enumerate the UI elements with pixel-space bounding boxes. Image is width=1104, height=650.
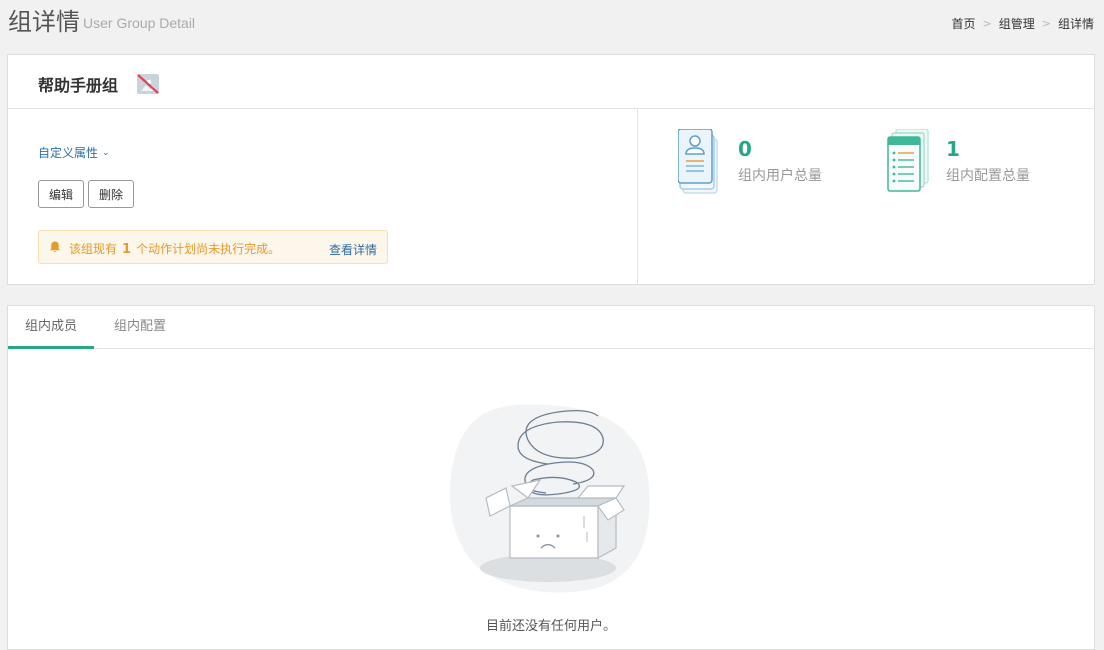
broken-image-icon <box>137 74 159 94</box>
page-title: 组详情 <box>8 8 80 36</box>
user-card-icon <box>678 129 718 194</box>
breadcrumb-separator: > <box>1041 17 1051 30</box>
chevron-down-icon: ⌄ <box>102 147 110 158</box>
tab-group-members[interactable]: 组内成员 <box>8 306 94 349</box>
pending-actions-notice: 该组现有 1 个动作计划尚未执行完成。 查看详情 <box>38 230 388 264</box>
group-name: 帮助手册组 <box>38 76 119 95</box>
config-list-icon <box>887 129 929 192</box>
view-details-link[interactable]: 查看详情 <box>329 241 377 258</box>
breadcrumb-current: 组详情 <box>1057 17 1094 31</box>
group-actions-pane: 自定义属性 ⌄ 编辑 删除 该组现有 1 个动作计划尚未执行完成。 查看详情 <box>8 109 638 284</box>
page-subtitle: User Group Detail <box>83 15 196 31</box>
group-info-card: 帮助手册组 自定义属性 ⌄ 编辑 删除 该组现有 1 个动作计划尚未执行完成。 查看… <box>7 54 1095 285</box>
tabs-card: 组内成员 组内配置 目前还没有任何用户。 <box>7 305 1095 650</box>
bell-icon <box>50 241 60 252</box>
empty-box-icon <box>449 404 650 593</box>
tab-group-configs[interactable]: 组内配置 <box>101 306 179 349</box>
delete-button[interactable]: 删除 <box>88 180 134 208</box>
page-header: 组详情 User Group Detail 首页 > 组管理 > 组详情 <box>0 0 1104 54</box>
stat-configs-label: 组内配置总量 <box>946 168 1030 184</box>
tab-bar: 组内成员 组内配置 <box>8 306 1094 349</box>
custom-attributes-label: 自定义属性 <box>38 146 99 160</box>
custom-attributes-toggle[interactable]: 自定义属性 ⌄ <box>38 144 110 161</box>
group-header: 帮助手册组 <box>8 55 1094 109</box>
notice-prefix: 该组现有 <box>69 242 118 256</box>
breadcrumb-group-management[interactable]: 组管理 <box>999 15 1035 32</box>
notice-suffix: 个动作计划尚未执行完成。 <box>136 242 281 256</box>
empty-message: 目前还没有任何用户。 <box>485 619 616 634</box>
notice-count: 1 <box>122 242 132 257</box>
edit-button[interactable]: 编辑 <box>38 180 84 208</box>
breadcrumb-home[interactable]: 首页 <box>952 15 976 32</box>
stat-configs-value: 1 <box>946 137 960 161</box>
stat-users-label: 组内用户总量 <box>738 168 822 184</box>
breadcrumb: 首页 > 组管理 > 组详情 <box>952 15 1094 32</box>
breadcrumb-separator: > <box>982 17 992 30</box>
stat-users-value: 0 <box>738 137 752 161</box>
notice-text: 该组现有 1 个动作计划尚未执行完成。 <box>69 240 280 257</box>
